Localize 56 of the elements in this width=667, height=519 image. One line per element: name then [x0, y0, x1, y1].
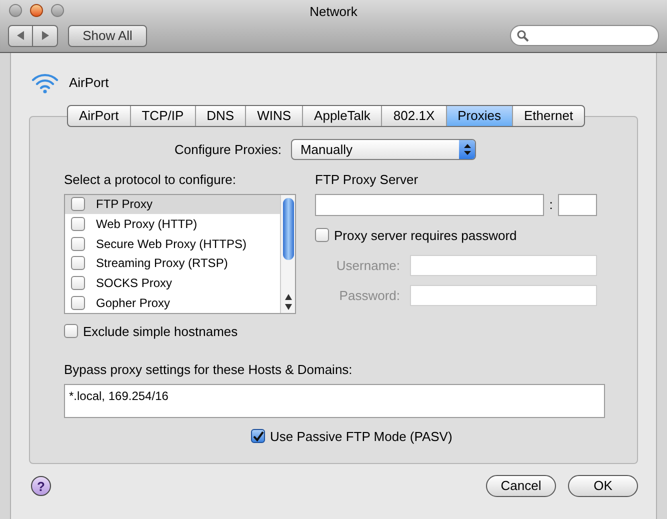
minimize-button[interactable]	[30, 4, 43, 17]
forward-arrow-icon	[42, 31, 48, 40]
bypass-label: Bypass proxy settings for these Hosts & Domains:	[64, 361, 354, 379]
bypass-hosts-field[interactable]: *.local, 169.254/16	[64, 384, 605, 418]
protocol-row[interactable]: FTP Proxy	[65, 194, 280, 214]
passive-ftp-label: Use Passive FTP Mode (PASV)	[270, 428, 452, 446]
configure-proxies-popup[interactable]: Manually	[291, 139, 476, 160]
proxy-server-label: FTP Proxy Server	[315, 171, 420, 189]
tab[interactable]: AppleTalk	[302, 106, 382, 126]
checkbox[interactable]	[71, 256, 85, 270]
tab[interactable]: Ethernet	[512, 106, 584, 126]
wifi-icon	[31, 72, 59, 94]
dialog-button[interactable]: OK	[568, 475, 638, 497]
forward-button[interactable]	[33, 24, 58, 46]
protocol-row[interactable]: Gopher Proxy	[65, 292, 280, 313]
close-button[interactable]	[9, 4, 22, 17]
checkbox[interactable]	[71, 217, 85, 231]
exclude-hostnames-label: Exclude simple hostnames	[83, 322, 238, 341]
back-arrow-icon	[17, 31, 24, 40]
checkbox[interactable]	[71, 296, 85, 310]
scrollbar[interactable]	[280, 194, 295, 312]
proxy-server-field[interactable]	[315, 194, 544, 216]
window-title: Network	[310, 3, 358, 21]
protocol-list-label: Select a protocol to configure:	[64, 171, 237, 189]
stepper-arrows-icon	[459, 140, 476, 159]
scroll-down-arrow-icon[interactable]	[284, 304, 292, 310]
checkbox[interactable]	[71, 276, 85, 290]
back-button[interactable]	[8, 24, 33, 46]
zoom-button[interactable]	[51, 4, 64, 17]
tab[interactable]: WINS	[245, 106, 302, 126]
show-all-button[interactable]: Show All	[68, 24, 147, 46]
protocol-row[interactable]: SOCKS Proxy	[65, 273, 280, 293]
tab[interactable]: TCP/IP	[130, 106, 195, 126]
tab[interactable]: DNS	[194, 106, 246, 126]
checkbox[interactable]	[71, 197, 85, 212]
protocol-row[interactable]: Web Proxy (HTTP)	[65, 214, 280, 234]
search-icon	[517, 30, 529, 42]
tab[interactable]: Proxies	[446, 106, 512, 126]
scroll-up-arrow-icon[interactable]	[284, 294, 292, 300]
tab[interactable]: AirPort	[68, 106, 130, 126]
checkbox[interactable]	[71, 236, 85, 251]
checkbox[interactable]	[251, 429, 265, 444]
requires-password-label: Proxy server requires password	[334, 226, 517, 245]
checkbox[interactable]	[64, 324, 78, 338]
help-button[interactable]: ?	[31, 476, 51, 496]
configure-proxies-label: Configure Proxies:	[174, 140, 282, 159]
protocol-row[interactable]: Secure Web Proxy (HTTPS)	[65, 234, 280, 254]
dialog-button[interactable]: Cancel	[486, 475, 556, 497]
checkbox[interactable]	[315, 228, 329, 242]
search-field[interactable]	[510, 25, 659, 46]
port-field[interactable]	[558, 194, 597, 216]
service-name: AirPort	[69, 74, 109, 92]
port-separator: :	[548, 196, 554, 214]
protocol-row[interactable]: Streaming Proxy (RTSP)	[65, 254, 280, 274]
credential-label: Username:	[335, 256, 400, 275]
credential-label: Password:	[338, 286, 400, 305]
